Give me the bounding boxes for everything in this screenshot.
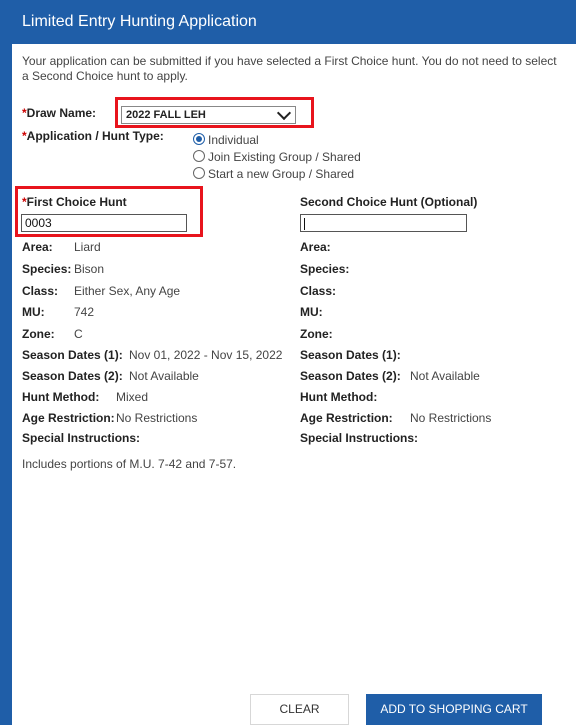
draw-name-value: 2022 FALL LEH <box>126 109 206 121</box>
chevron-down-icon <box>276 105 292 121</box>
fc-season2-value: Not Available <box>129 369 199 383</box>
fc-area-label: Area: <box>22 240 53 254</box>
sc-mu-label: MU: <box>300 305 323 319</box>
fc-mu-label: MU: <box>22 305 45 319</box>
fc-mu-value: 742 <box>74 305 95 319</box>
sc-method-label: Hunt Method: <box>300 390 378 404</box>
panel-title: Limited Entry Hunting Application <box>12 0 576 44</box>
radio-individual-label: Individual <box>208 133 259 147</box>
radio-individual[interactable] <box>193 133 205 145</box>
fc-species-label: Species: <box>22 262 72 276</box>
fc-zone-value: C <box>74 327 83 341</box>
draw-name-select[interactable]: 2022 FALL LEH <box>121 105 296 124</box>
sc-age-value: No Restrictions <box>410 411 492 425</box>
add-to-cart-button[interactable]: ADD TO SHOPPING CART <box>366 694 542 725</box>
second-choice-input[interactable] <box>300 214 467 232</box>
application-panel: Limited Entry Hunting Application Your a… <box>12 0 576 725</box>
sc-season1-label: Season Dates (1): <box>300 348 401 362</box>
hunt-type-label: *Application / Hunt Type: <box>22 129 164 143</box>
fc-season2-label: Season Dates (2): <box>22 369 123 383</box>
draw-name-label: *Draw Name: <box>22 106 97 120</box>
radio-join-group-label: Join Existing Group / Shared <box>208 150 361 164</box>
second-choice-label: Second Choice Hunt (Optional) <box>300 195 478 209</box>
window-left-edge <box>0 0 12 725</box>
sc-species-label: Species: <box>300 262 350 276</box>
sc-class-label: Class: <box>300 284 337 298</box>
text-cursor <box>304 217 305 230</box>
fc-method-value: Mixed <box>116 390 149 404</box>
radio-new-group[interactable] <box>193 167 205 179</box>
radio-new-group-label: Start a new Group / Shared <box>208 167 355 181</box>
fc-area-value: Liard <box>74 240 101 254</box>
sc-zone-label: Zone: <box>300 327 333 341</box>
fc-season1-label: Season Dates (1): <box>22 348 123 362</box>
sc-age-label: Age Restriction: <box>300 411 393 425</box>
sc-area-label: Area: <box>300 240 331 254</box>
radio-join-group[interactable] <box>193 150 205 162</box>
fc-age-label: Age Restriction: <box>22 411 115 425</box>
fc-special-label: Special Instructions: <box>22 431 141 445</box>
fc-method-label: Hunt Method: <box>22 390 100 404</box>
sc-season2-label: Season Dates (2): <box>300 369 401 383</box>
sc-season2-value: Not Available <box>410 369 480 383</box>
fc-class-label: Class: <box>22 284 59 298</box>
intro-text: Your application can be submitted if you… <box>22 54 557 83</box>
fc-special-value: Includes portions of M.U. 7-42 and 7-57. <box>22 457 237 471</box>
first-choice-input[interactable]: 0003 <box>21 214 187 232</box>
fc-class-value: Either Sex, Any Age <box>74 284 181 298</box>
fc-zone-label: Zone: <box>22 327 55 341</box>
fc-species-value: Bison <box>74 262 105 276</box>
clear-button[interactable]: CLEAR <box>250 694 349 725</box>
fc-season1-value: Nov 01, 2022 - Nov 15, 2022 <box>129 348 283 362</box>
fc-age-value: No Restrictions <box>116 411 198 425</box>
sc-special-label: Special Instructions: <box>300 431 419 445</box>
first-choice-label: *First Choice Hunt <box>22 195 127 209</box>
